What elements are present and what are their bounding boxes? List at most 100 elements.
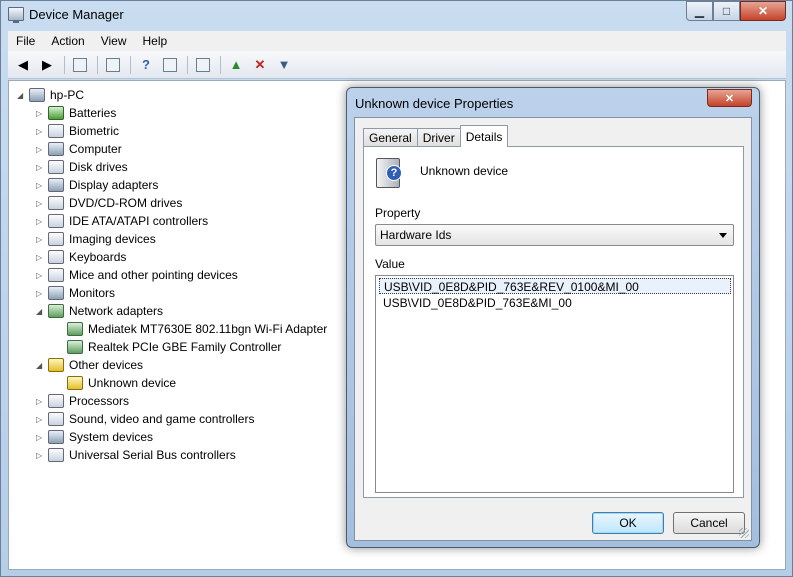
device-manager-icon <box>8 7 24 23</box>
expander-icon[interactable]: ◢ <box>17 91 27 100</box>
tree-item[interactable]: ▷ Batteries <box>36 104 116 122</box>
tab-driver[interactable]: Driver <box>416 128 461 147</box>
expander-icon[interactable]: ▷ <box>36 451 46 460</box>
tree-item-label: Disk drives <box>69 160 128 174</box>
expander-icon[interactable]: ▷ <box>36 235 46 244</box>
expander-icon[interactable]: ▷ <box>36 397 46 406</box>
tree-item-label: Keyboards <box>69 250 127 264</box>
device-icon <box>67 340 83 354</box>
close-button[interactable]: ✕ <box>740 1 786 21</box>
show-hide-tree-icon[interactable] <box>69 54 91 76</box>
tree-item[interactable]: ◢ Other devices <box>36 356 143 374</box>
tree-item-label: hp-PC <box>50 88 85 102</box>
dialog-tabs: General Driver Details <box>363 125 509 147</box>
tree-item[interactable]: Mediatek MT7630E 802.11bgn Wi-Fi Adapter <box>55 320 327 338</box>
property-select[interactable]: Hardware Ids <box>375 224 734 246</box>
toolbar-separator <box>187 55 188 74</box>
dialog-title: Unknown device Properties <box>355 96 514 111</box>
toolbar-separator <box>97 55 98 74</box>
tab-general[interactable]: General <box>363 128 418 147</box>
tree-item[interactable]: ▷ DVD/CD-ROM drives <box>36 194 182 212</box>
tree-item[interactable]: ▷ Computer <box>36 140 122 158</box>
back-icon[interactable]: ◀ <box>12 54 34 76</box>
expander-icon[interactable]: ▷ <box>36 415 46 424</box>
device-icon <box>48 196 64 210</box>
device-icon <box>48 106 64 120</box>
disable-icon[interactable]: ▼ <box>273 54 295 76</box>
resize-grip[interactable] <box>739 528 749 538</box>
device-icon <box>48 214 64 228</box>
scan-hardware-icon[interactable] <box>192 54 214 76</box>
expander-icon[interactable]: ▷ <box>36 127 46 136</box>
tree-item-label: Mediatek MT7630E 802.11bgn Wi-Fi Adapter <box>88 322 328 336</box>
details-panel: ? Unknown device Property Hardware Ids V… <box>363 146 744 498</box>
value-item[interactable]: USB\VID_0E8D&PID_763E&MI_00 <box>379 295 731 311</box>
tree-item-label: DVD/CD-ROM drives <box>69 196 183 210</box>
tree-item[interactable]: ▷ Mice and other pointing devices <box>36 266 238 284</box>
tree-item[interactable]: ▷ Display adapters <box>36 176 158 194</box>
tree-item[interactable]: ▷ Imaging devices <box>36 230 156 248</box>
tree-item[interactable]: ▷ Biometric <box>36 122 119 140</box>
tree-item[interactable]: Unknown device <box>55 374 176 392</box>
forward-icon[interactable]: ▶ <box>36 54 58 76</box>
uninstall-icon[interactable]: ✕ <box>249 54 271 76</box>
device-name: Unknown device <box>420 164 509 178</box>
tree-item[interactable]: ▷ Sound, video and game controllers <box>36 410 254 428</box>
warning-icon <box>67 376 83 390</box>
tree-item[interactable]: Realtek PCIe GBE Family Controller <box>55 338 281 356</box>
value-item[interactable]: USB\VID_0E8D&PID_763E&REV_0100&MI_00 <box>379 278 731 294</box>
minimize-button[interactable]: ▁ <box>686 1 713 21</box>
expander-icon[interactable]: ▷ <box>36 271 46 280</box>
property-label: Property <box>375 206 421 220</box>
device-icon <box>48 412 64 426</box>
expander-icon[interactable]: ▷ <box>36 289 46 298</box>
expander-icon[interactable]: ▷ <box>36 145 46 154</box>
tree-item[interactable]: ▷ Keyboards <box>36 248 126 266</box>
tree-item[interactable]: ▷ System devices <box>36 428 153 446</box>
title-bar[interactable]: Device Manager ▁ □ ✕ <box>1 1 792 29</box>
toolbar-separator <box>220 55 221 74</box>
menu-bar: File Action View Help <box>8 31 786 51</box>
tree-item-label: Imaging devices <box>69 232 156 246</box>
cancel-button[interactable]: Cancel <box>673 512 745 534</box>
menu-help[interactable]: Help <box>135 34 176 48</box>
tree-item[interactable]: ◢ Network adapters <box>36 302 163 320</box>
tree-item[interactable]: ▷ Monitors <box>36 284 115 302</box>
tree-item[interactable]: ◢ hp-PC <box>17 86 84 104</box>
tab-details[interactable]: Details <box>459 125 509 147</box>
expander-icon[interactable]: ▷ <box>36 199 46 208</box>
tree-item[interactable]: ▷ IDE ATA/ATAPI controllers <box>36 212 208 230</box>
expander-icon[interactable]: ▷ <box>36 163 46 172</box>
tree-item[interactable]: ▷ Processors <box>36 392 129 410</box>
device-icon <box>48 232 64 246</box>
tree-item[interactable]: ▷ Universal Serial Bus controllers <box>36 446 236 464</box>
window-title: Device Manager <box>29 7 124 22</box>
ok-button[interactable]: OK <box>592 512 664 534</box>
expander-icon[interactable]: ◢ <box>36 307 46 316</box>
expander-icon[interactable]: ▷ <box>36 181 46 190</box>
tree-item-label: IDE ATA/ATAPI controllers <box>69 214 209 228</box>
expander-icon[interactable]: ▷ <box>36 253 46 262</box>
expander-icon[interactable]: ◢ <box>36 361 46 370</box>
tree-item-label: Unknown device <box>88 376 177 390</box>
menu-file[interactable]: File <box>8 34 43 48</box>
toolbar-separator <box>64 55 65 74</box>
window-controls: ▁ □ ✕ <box>686 1 786 21</box>
dialog-close-button[interactable]: ✕ <box>707 89 752 107</box>
chevron-down-icon <box>719 233 727 238</box>
tree-item-label: Processors <box>69 394 130 408</box>
update-driver-icon[interactable]: ▲ <box>225 54 247 76</box>
menu-action[interactable]: Action <box>43 34 92 48</box>
help-icon[interactable]: ? <box>135 54 157 76</box>
menu-view[interactable]: View <box>93 34 135 48</box>
properties-icon[interactable] <box>102 54 124 76</box>
tree-item-label: Other devices <box>69 358 144 372</box>
expander-icon[interactable]: ▷ <box>36 433 46 442</box>
value-list[interactable]: USB\VID_0E8D&PID_763E&REV_0100&MI_00 USB… <box>375 275 734 493</box>
tree-item-label: Network adapters <box>69 304 164 318</box>
expander-icon[interactable]: ▷ <box>36 217 46 226</box>
view-icon[interactable] <box>159 54 181 76</box>
expander-icon[interactable]: ▷ <box>36 109 46 118</box>
maximize-button[interactable]: □ <box>713 1 740 21</box>
tree-item[interactable]: ▷ Disk drives <box>36 158 128 176</box>
